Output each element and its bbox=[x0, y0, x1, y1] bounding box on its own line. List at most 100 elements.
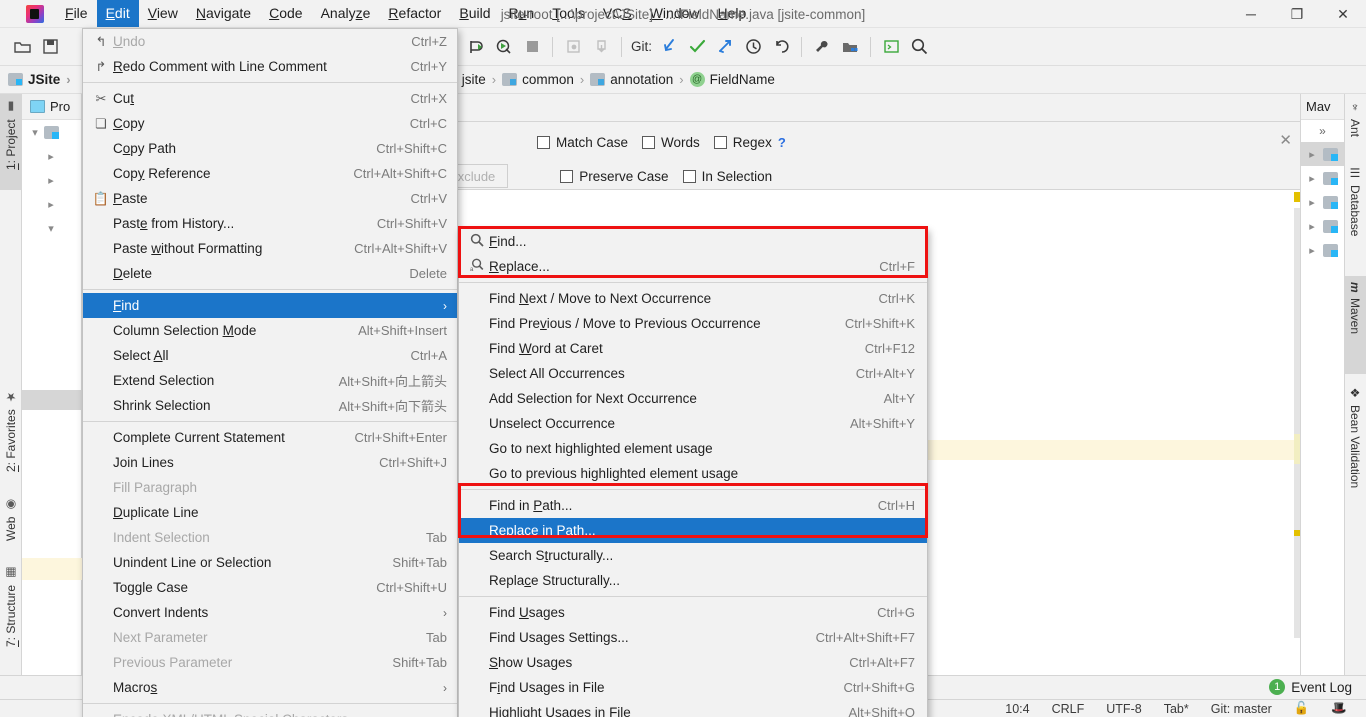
breadcrumb-item-fieldname[interactable]: @ FieldName bbox=[689, 72, 775, 87]
submenu-item-go-to-next-highlighted[interactable]: Go to next highlighted element usage bbox=[459, 436, 927, 461]
chevron-right-icon[interactable]: ▸ bbox=[44, 198, 58, 211]
chevron-right-icon[interactable]: ▸ bbox=[1305, 172, 1319, 185]
project-tool-window[interactable]: Pro ▾ ▸ ▸ ▸ ▾ bbox=[22, 94, 82, 675]
submenu-item-replace-in-path[interactable]: Replace in Path... bbox=[459, 518, 927, 543]
hat-icon[interactable]: 🎩 bbox=[1320, 701, 1358, 716]
sidebar-item-bean-validation[interactable]: ❖ Bean Validation bbox=[1344, 380, 1366, 540]
save-all-icon[interactable] bbox=[37, 34, 63, 60]
submenu-item-find-in-path[interactable]: Find in Path... Ctrl+H bbox=[459, 493, 927, 518]
menu-item-complete-current-statement[interactable]: Complete Current Statement Ctrl+Shift+En… bbox=[83, 425, 457, 450]
maven-toolbar-overflow[interactable]: » bbox=[1301, 120, 1344, 142]
maximize-button[interactable]: ❐ bbox=[1274, 0, 1320, 28]
menu-item-paste[interactable]: 📋 Paste Ctrl+V bbox=[83, 186, 457, 211]
status-line-separator[interactable]: CRLF bbox=[1041, 702, 1096, 716]
menu-item-unindent-line-or-selection[interactable]: Unindent Line or Selection Shift+Tab bbox=[83, 550, 457, 575]
menu-file[interactable]: File bbox=[56, 0, 97, 27]
chevron-right-icon[interactable]: ▸ bbox=[1305, 148, 1319, 161]
tree-row[interactable]: ▸ bbox=[22, 192, 81, 216]
git-history-icon[interactable] bbox=[740, 34, 766, 60]
menu-analyze[interactable]: Analyze bbox=[312, 0, 380, 27]
git-update-icon[interactable] bbox=[656, 34, 682, 60]
submenu-item-go-to-previous-highlighted[interactable]: Go to previous highlighted element usage bbox=[459, 461, 927, 486]
status-encoding[interactable]: UTF-8 bbox=[1095, 702, 1152, 716]
menu-item-previous-parameter[interactable]: Previous Parameter Shift+Tab bbox=[83, 650, 457, 675]
sidebar-item-structure[interactable]: 7: Structure ▦ bbox=[0, 560, 22, 664]
project-structure-icon[interactable] bbox=[837, 34, 863, 60]
words-checkbox[interactable]: Words bbox=[642, 135, 700, 150]
menu-item-copy-path[interactable]: Copy Path Ctrl+Shift+C bbox=[83, 136, 457, 161]
in-selection-checkbox[interactable]: In Selection bbox=[682, 169, 772, 184]
menu-tools[interactable]: Tools bbox=[543, 0, 594, 27]
submenu-item-find-next[interactable]: Find Next / Move to Next Occurrence Ctrl… bbox=[459, 286, 927, 311]
left-tool-window-bar[interactable]: 1: Project ▮ 2: Favorites ★ Web ◉ 7: Str… bbox=[0, 94, 22, 675]
submenu-item-show-usages[interactable]: Show Usages Ctrl+Alt+F7 bbox=[459, 650, 927, 675]
close-find-bar-icon[interactable]: ✕ bbox=[1279, 131, 1292, 149]
sidebar-item-database[interactable]: ☰ Database bbox=[1344, 160, 1366, 272]
event-log-button[interactable]: 1 Event Log bbox=[1269, 675, 1352, 699]
git-commit-icon[interactable] bbox=[684, 34, 710, 60]
sidebar-item-project[interactable]: 1: Project ▮ bbox=[0, 94, 22, 190]
menu-navigate[interactable]: Navigate bbox=[187, 0, 260, 27]
menu-item-toggle-case[interactable]: Toggle Case Ctrl+Shift+U bbox=[83, 575, 457, 600]
checkbox-box[interactable] bbox=[537, 135, 550, 149]
menu-window[interactable]: Window bbox=[641, 0, 709, 27]
status-git-branch[interactable]: Git: master bbox=[1200, 702, 1283, 716]
right-tool-window-bar[interactable]: ♆ Ant ☰ Database m Maven ❖ Bean Validati… bbox=[1344, 94, 1366, 675]
menu-item-redo[interactable]: ↱ Redo Comment with Line Comment Ctrl+Y bbox=[83, 54, 457, 79]
sidebar-item-web[interactable]: Web ◉ bbox=[0, 492, 22, 554]
menu-item-find[interactable]: Find › bbox=[83, 293, 457, 318]
menu-help[interactable]: Help bbox=[709, 0, 756, 27]
submenu-item-select-all-occurrences[interactable]: Select All Occurrences Ctrl+Alt+Y bbox=[459, 361, 927, 386]
maven-tree-row[interactable]: ▸ bbox=[1301, 190, 1344, 214]
menu-item-undo[interactable]: ↰ Undo Ctrl+Z bbox=[83, 29, 457, 54]
submenu-item-replace-structurally[interactable]: Replace Structurally... bbox=[459, 568, 927, 593]
terminal-icon[interactable] bbox=[878, 34, 904, 60]
chevron-right-icon[interactable]: ▸ bbox=[1305, 220, 1319, 233]
chevron-down-icon[interactable]: ▾ bbox=[28, 126, 42, 139]
submenu-item-search-structurally[interactable]: Search Structurally... bbox=[459, 543, 927, 568]
tree-row[interactable]: ▾ bbox=[22, 216, 81, 240]
sidebar-item-maven[interactable]: m Maven bbox=[1344, 276, 1366, 374]
tree-row[interactable]: ▸ bbox=[22, 144, 81, 168]
minimize-button[interactable]: ─ bbox=[1228, 0, 1274, 28]
tree-row-selected[interactable] bbox=[22, 390, 82, 410]
maven-tree-row[interactable]: ▸ bbox=[1301, 166, 1344, 190]
menu-item-paste-from-history[interactable]: Paste from History... Ctrl+Shift+V bbox=[83, 211, 457, 236]
menu-item-cut[interactable]: ✂ Cut Ctrl+X bbox=[83, 86, 457, 111]
menu-build[interactable]: Build bbox=[450, 0, 499, 27]
tree-row[interactable]: ▸ bbox=[22, 168, 81, 192]
checkbox-box[interactable] bbox=[713, 135, 727, 149]
search-everywhere-icon[interactable] bbox=[906, 34, 932, 60]
submenu-item-highlight-usages-in-file[interactable]: Highlight Usages in File Alt+Shift+O bbox=[459, 700, 927, 717]
maven-tree-row[interactable]: ▸ bbox=[1301, 238, 1344, 262]
regex-checkbox[interactable]: Regex bbox=[713, 135, 772, 150]
breadcrumb-item-project[interactable]: JSite › bbox=[8, 72, 77, 87]
chevron-right-icon[interactable]: ▸ bbox=[44, 174, 58, 187]
menu-edit[interactable]: Edit bbox=[96, 0, 139, 27]
import-icon[interactable] bbox=[588, 34, 614, 60]
window-controls[interactable]: ─ ❐ ✕ bbox=[1228, 0, 1366, 28]
submenu-item-find[interactable]: Find... bbox=[459, 229, 927, 254]
menu-item-encode-xml-html[interactable]: Encode XML/HTML Special Characters bbox=[83, 707, 457, 717]
submenu-item-find-word-at-caret[interactable]: Find Word at Caret Ctrl+F12 bbox=[459, 336, 927, 361]
menu-item-select-all[interactable]: Select All Ctrl+A bbox=[83, 343, 457, 368]
checkbox-box[interactable] bbox=[560, 169, 574, 183]
chevron-down-icon[interactable]: ▾ bbox=[44, 222, 58, 235]
submenu-item-find-usages[interactable]: Find Usages Ctrl+G bbox=[459, 600, 927, 625]
menu-item-paste-without-formatting[interactable]: Paste without Formatting Ctrl+Alt+Shift+… bbox=[83, 236, 457, 261]
attach-debugger-icon[interactable] bbox=[560, 34, 586, 60]
menu-code[interactable]: Code bbox=[260, 0, 311, 27]
sidebar-item-favorites[interactable]: 2: Favorites ★ bbox=[0, 384, 22, 488]
submenu-item-find-previous[interactable]: Find Previous / Move to Previous Occurre… bbox=[459, 311, 927, 336]
menu-item-shrink-selection[interactable]: Shrink Selection Alt+Shift+向下箭头 bbox=[83, 393, 457, 418]
edit-menu-popup[interactable]: ↰ Undo Ctrl+Z ↱ Redo Comment with Line C… bbox=[82, 28, 458, 717]
breadcrumb-item-annotation[interactable]: annotation › bbox=[590, 72, 689, 87]
stop-icon[interactable] bbox=[519, 34, 545, 60]
tree-row[interactable]: ▾ bbox=[22, 120, 81, 144]
close-button[interactable]: ✕ bbox=[1320, 0, 1366, 28]
menu-item-delete[interactable]: Delete Delete bbox=[83, 261, 457, 286]
submenu-item-unselect-occurrence[interactable]: Unselect Occurrence Alt+Shift+Y bbox=[459, 411, 927, 436]
open-folder-icon[interactable] bbox=[9, 34, 35, 60]
submenu-item-find-usages-settings[interactable]: Find Usages Settings... Ctrl+Alt+Shift+F… bbox=[459, 625, 927, 650]
match-case-checkbox[interactable]: Match Case bbox=[537, 135, 628, 150]
